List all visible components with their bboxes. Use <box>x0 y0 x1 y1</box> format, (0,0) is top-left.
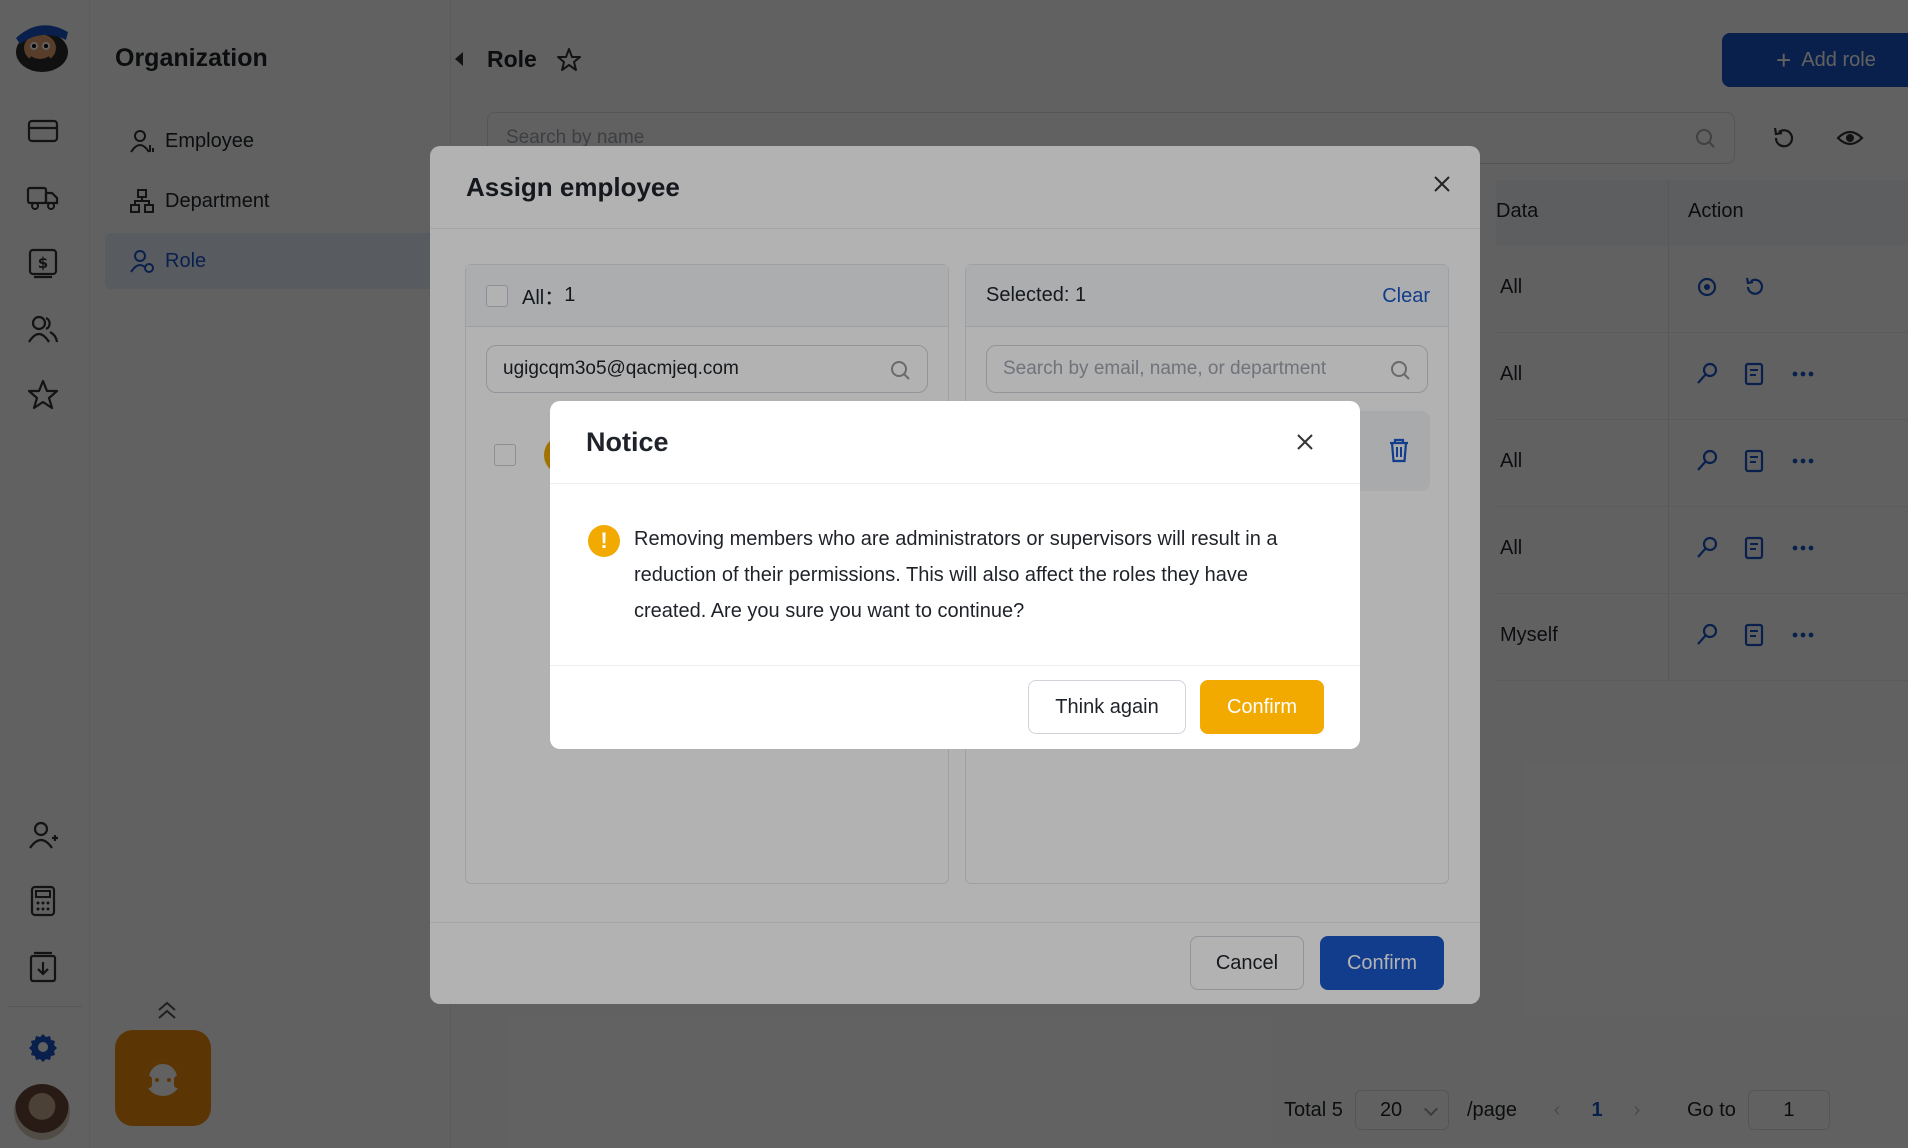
divider <box>550 665 1360 666</box>
divider <box>550 483 1360 484</box>
notice-title: Notice <box>586 427 669 457</box>
notice-confirm-button[interactable]: Confirm <box>1200 680 1324 734</box>
close-icon[interactable] <box>1292 429 1318 455</box>
notice-message: Removing members who are administrators … <box>634 528 1278 622</box>
think-again-button[interactable]: Think again <box>1028 680 1186 734</box>
warning-icon: ! <box>588 525 620 557</box>
notice-modal: Notice ! Removing members who are admini… <box>550 401 1360 749</box>
